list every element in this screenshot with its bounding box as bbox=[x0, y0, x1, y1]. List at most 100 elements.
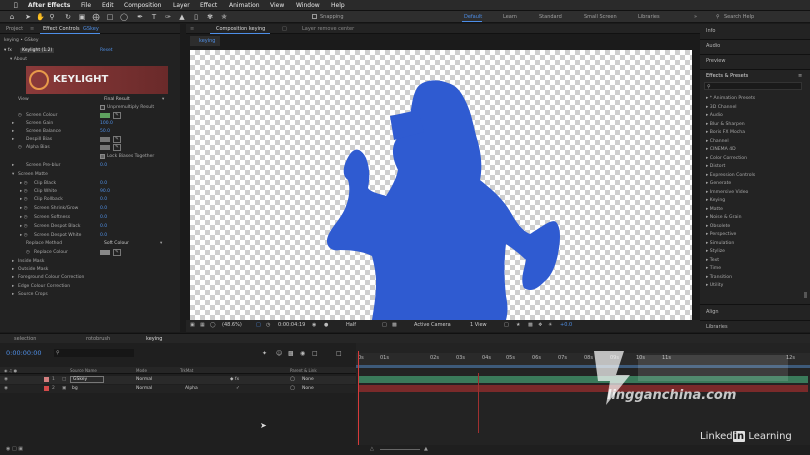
zoom-in-icon[interactable]: ▲ bbox=[424, 446, 428, 452]
fx-switch-icon[interactable]: ◆ fx bbox=[230, 377, 239, 382]
eyedropper-icon[interactable]: ✎ bbox=[113, 136, 121, 143]
category-item[interactable]: ▸ Simulation bbox=[706, 241, 734, 246]
zoom-dropdown[interactable]: (48.6%) bbox=[222, 322, 242, 328]
category-item[interactable]: ▸ Color Correction bbox=[706, 156, 747, 161]
layer-mode[interactable]: Normal bbox=[136, 386, 152, 391]
expand-arrow-icon[interactable]: ▸ bbox=[12, 137, 14, 142]
layer-mode[interactable]: Normal bbox=[136, 377, 152, 382]
eyedropper-icon[interactable]: ✎ bbox=[113, 112, 121, 119]
category-item[interactable]: ▸ Text bbox=[706, 258, 719, 263]
clip-black-value[interactable]: 0.0 bbox=[100, 181, 107, 186]
column-trkmat[interactable]: TrkMat bbox=[180, 368, 193, 373]
category-item[interactable]: ▸ Expression Controls bbox=[706, 173, 755, 178]
expand-arrow-icon[interactable]: ▸ ◷ bbox=[20, 181, 28, 186]
exposure-value[interactable]: +0.0 bbox=[560, 322, 572, 328]
eyedropper-icon[interactable]: ✎ bbox=[113, 249, 121, 256]
graph-editor-icon[interactable]: □ bbox=[312, 350, 318, 357]
clip-rollback-value[interactable]: 0.0 bbox=[100, 197, 107, 202]
chevron-down-icon[interactable]: ▾ bbox=[160, 241, 162, 246]
workspace-overflow-icon[interactable]: » bbox=[694, 14, 697, 20]
category-item[interactable]: ▸ Audio bbox=[706, 113, 723, 118]
grid-icon[interactable]: ▦ bbox=[200, 322, 205, 328]
app-menu[interactable]: After Effects bbox=[28, 2, 70, 9]
workspace-default[interactable]: Default bbox=[464, 14, 482, 20]
panel-menu-icon[interactable]: ≡ bbox=[190, 26, 194, 32]
effects-search-input[interactable]: ⚲ bbox=[704, 82, 802, 90]
mask-tool-icon[interactable]: ◯ bbox=[120, 13, 128, 21]
eraser-tool-icon[interactable]: ▯ bbox=[192, 13, 200, 21]
hand-tool-icon[interactable]: ✋ bbox=[36, 13, 45, 21]
screen-balance-value[interactable]: 50.0 bbox=[100, 129, 110, 134]
clip-white-value[interactable]: 90.0 bbox=[100, 189, 110, 194]
draft-3d-icon[interactable]: ✦ bbox=[262, 350, 267, 357]
workspace-small-screen[interactable]: Small Screen bbox=[584, 14, 617, 20]
expand-arrow-icon[interactable]: ▸ ◷ bbox=[20, 206, 28, 211]
category-item[interactable]: ▸ 3D Channel bbox=[706, 105, 737, 110]
tab-effect-controls[interactable]: Effect Controls bbox=[43, 26, 80, 32]
screen-despot-white-value[interactable]: 0.0 bbox=[100, 233, 107, 238]
menu-animation[interactable]: Animation bbox=[229, 2, 260, 9]
menu-help[interactable]: Help bbox=[331, 2, 345, 9]
menu-effect[interactable]: Effect bbox=[200, 2, 217, 9]
tab-rotobrush[interactable]: rotobrush bbox=[86, 336, 110, 342]
edge-colour-correction-label[interactable]: Edge Colour Correction bbox=[18, 284, 70, 289]
column-parent[interactable]: Parent & Link bbox=[290, 368, 317, 373]
always-preview-icon[interactable]: ▣ bbox=[190, 322, 195, 328]
expand-arrow-icon[interactable]: ▸ bbox=[12, 121, 14, 126]
preview-panel[interactable]: Preview bbox=[706, 58, 725, 64]
search-help-icon[interactable]: ⚲ bbox=[716, 14, 720, 20]
expand-arrow-icon[interactable]: ▸ bbox=[12, 284, 14, 289]
expand-arrow-icon[interactable]: ▸ ◷ bbox=[20, 233, 28, 238]
composition-viewer[interactable] bbox=[190, 50, 692, 320]
snapshot-icon[interactable]: ◉ bbox=[312, 322, 316, 328]
chevron-down-icon[interactable]: ▾ bbox=[162, 97, 164, 102]
about-toggle[interactable]: ▾ About bbox=[10, 57, 27, 62]
inside-mask-label[interactable]: Inside Mask bbox=[18, 259, 44, 264]
views-dropdown[interactable]: 1 View bbox=[470, 322, 487, 328]
workspace-standard[interactable]: Standard bbox=[539, 14, 562, 20]
menu-layer[interactable]: Layer bbox=[173, 2, 190, 9]
pan-behind-tool-icon[interactable]: ⨁ bbox=[92, 13, 100, 21]
column-mode[interactable]: Mode bbox=[136, 368, 147, 373]
toggle-pixel-icon[interactable]: □ bbox=[504, 322, 509, 328]
zoom-slider[interactable] bbox=[380, 449, 420, 450]
table-row[interactable]: ◉ 1 □ GSkey Normal ◆ fx ◯ None bbox=[0, 376, 356, 384]
camera-dropdown[interactable]: Active Camera bbox=[414, 322, 451, 328]
menu-view[interactable]: View bbox=[270, 2, 284, 9]
expand-arrow-icon[interactable]: ▸ bbox=[12, 275, 14, 280]
category-item[interactable]: ▸ Obsolete bbox=[706, 224, 730, 229]
unpremultiply-checkbox[interactable] bbox=[100, 105, 105, 110]
category-item[interactable]: ▸ Time bbox=[706, 266, 721, 271]
effect-name[interactable]: Keylight (1.2) bbox=[20, 48, 55, 53]
layer-name[interactable]: GSkey bbox=[70, 376, 104, 383]
comp-marker-icon[interactable]: □ bbox=[336, 350, 342, 357]
resolution-dropdown[interactable]: Half bbox=[346, 322, 356, 328]
lock-icon[interactable]: □ bbox=[282, 26, 287, 32]
panel-menu-icon[interactable]: ≡ bbox=[30, 26, 34, 32]
reset-exposure-icon[interactable]: ☀ bbox=[548, 322, 552, 328]
screen-gain-value[interactable]: 100.0 bbox=[100, 121, 113, 126]
layer-parent[interactable]: None bbox=[302, 377, 314, 382]
source-crops-label[interactable]: Source Crops bbox=[18, 292, 48, 297]
selection-tool-icon[interactable]: ➤ bbox=[24, 13, 32, 21]
search-help-input[interactable]: Search Help bbox=[724, 14, 754, 20]
snapping-checkbox[interactable] bbox=[312, 14, 317, 19]
flowchart-icon[interactable]: ❖ bbox=[538, 322, 542, 328]
eye-icon[interactable]: ◉ bbox=[4, 377, 8, 382]
menu-edit[interactable]: Edit bbox=[102, 2, 114, 9]
timeline-icon[interactable]: ▩ bbox=[528, 322, 533, 328]
timecode-icon[interactable]: ◷ bbox=[266, 322, 270, 328]
zoom-out-icon[interactable]: △ bbox=[370, 446, 374, 452]
audio-panel[interactable]: Audio bbox=[706, 43, 720, 49]
eye-icon[interactable]: ◉ bbox=[4, 386, 8, 391]
category-item[interactable]: ▸ Matte bbox=[706, 207, 723, 212]
layer-name[interactable]: bg bbox=[72, 386, 78, 391]
pen-tool-icon[interactable]: ✒ bbox=[136, 13, 144, 21]
home-icon[interactable]: ⌂ bbox=[8, 13, 16, 21]
category-item[interactable]: ▸ * Animation Presets bbox=[706, 96, 755, 101]
mask-visibility-icon[interactable]: ◯ bbox=[210, 322, 216, 328]
label-color[interactable] bbox=[44, 377, 49, 382]
lock-biases-checkbox[interactable] bbox=[100, 154, 105, 159]
roto-brush-tool-icon[interactable]: ✾ bbox=[206, 13, 214, 21]
category-item[interactable]: ▸ Immersive Video bbox=[706, 190, 748, 195]
